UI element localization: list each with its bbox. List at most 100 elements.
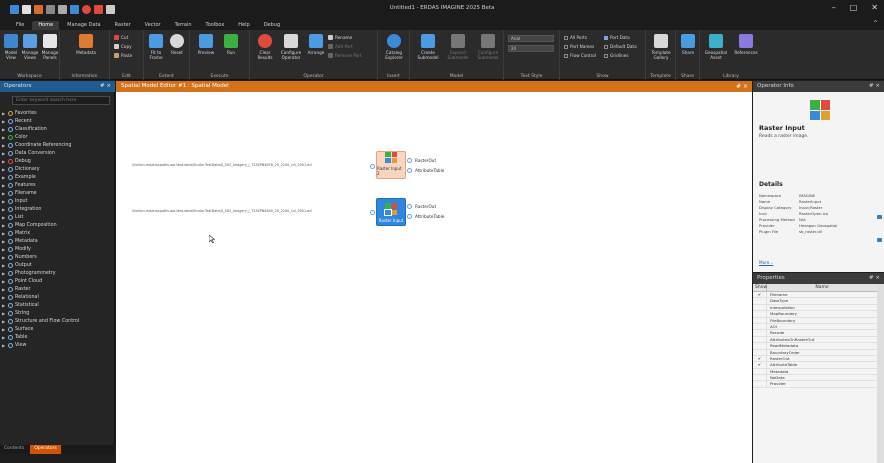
expand-arrow-icon[interactable]: ▶: [2, 151, 6, 156]
operator-category-string[interactable]: ▶ String: [2, 309, 114, 317]
operator-category-numbers[interactable]: ▶ Numbers: [2, 253, 114, 261]
copy-button[interactable]: Copy: [114, 44, 132, 49]
run-button[interactable]: Run: [222, 34, 240, 55]
expand-arrow-icon[interactable]: ▶: [2, 319, 6, 324]
spatial-model-editor-tab[interactable]: Spatial Model Editor #1 : Spatial Model …: [116, 81, 752, 92]
show-checkbox[interactable]: [753, 349, 767, 355]
panel-pin-icon[interactable]: # ×: [100, 81, 111, 92]
operator-category-recent[interactable]: ▶ Recent: [2, 117, 114, 125]
operator-category-input[interactable]: ▶ Input: [2, 197, 114, 205]
preview-button[interactable]: Preview: [196, 34, 216, 55]
operator-search-input[interactable]: Enter keyword search here: [12, 96, 110, 105]
expand-arrow-icon[interactable]: ▶: [2, 111, 6, 116]
property-row[interactable]: Provider: [753, 381, 877, 388]
new-icon[interactable]: [22, 4, 31, 14]
operator-category-data-conversion[interactable]: ▶ Data Conversion: [2, 149, 114, 157]
close-button[interactable]: ✕: [871, 3, 878, 12]
operator-category-metadata[interactable]: ▶ Metadata: [2, 237, 114, 245]
tab-contents[interactable]: Contents: [0, 445, 28, 454]
show-checkbox[interactable]: ✔: [753, 362, 767, 368]
editor-close-icon[interactable]: # ×: [736, 81, 748, 92]
expand-arrow-icon[interactable]: ▶: [2, 143, 6, 148]
panel-pin-icon[interactable]: # ×: [869, 273, 880, 284]
ribbon-collapse-icon[interactable]: ^: [873, 20, 878, 27]
expand-arrow-icon[interactable]: ▶: [2, 311, 6, 316]
show-checkbox[interactable]: [753, 298, 767, 304]
arrange-button[interactable]: Arrange: [306, 34, 326, 55]
filename-input-port[interactable]: [370, 164, 375, 169]
show-checkbox[interactable]: [753, 343, 767, 349]
expand-arrow-icon[interactable]: ▶: [2, 183, 6, 188]
tab-terrain[interactable]: Terrain: [169, 21, 198, 30]
expand-arrow-icon[interactable]: ▶: [2, 343, 6, 348]
save-icon[interactable]: [70, 4, 79, 14]
catalog-explorer-button[interactable]: Catalog Explorer: [381, 34, 407, 60]
customize-qat-icon[interactable]: [106, 4, 115, 14]
raster-input-node[interactable]: Raster Input: [376, 198, 406, 226]
raster-input-2-node[interactable]: Raster Input 2: [376, 151, 406, 179]
expand-arrow-icon[interactable]: ▶: [2, 199, 6, 204]
undo-icon[interactable]: [46, 4, 55, 14]
operator-category-list[interactable]: ▶ List: [2, 213, 114, 221]
port-data-checkbox[interactable]: Port Data: [604, 35, 630, 40]
operator-category-features[interactable]: ▶ Features: [2, 181, 114, 189]
operator-category-classification[interactable]: ▶ Classification: [2, 125, 114, 133]
open-icon[interactable]: [34, 4, 43, 14]
record-icon[interactable]: [94, 4, 103, 14]
operator-category-coordinate-referencing[interactable]: ▶ Coordinate Referencing: [2, 141, 114, 149]
operator-category-view[interactable]: ▶ View: [2, 341, 114, 349]
operator-category-matrix[interactable]: ▶ Matrix: [2, 229, 114, 237]
gridlines-checkbox[interactable]: Gridlines: [604, 53, 629, 58]
tab-raster[interactable]: Raster: [109, 21, 137, 30]
geospatial-asset-button[interactable]: Geospatial Asset: [702, 34, 730, 60]
tab-vector[interactable]: Vector: [139, 21, 167, 30]
column-name[interactable]: Name: [767, 284, 877, 291]
show-checkbox[interactable]: [753, 311, 767, 317]
cut-button[interactable]: Cut: [114, 35, 128, 40]
expand-arrow-icon[interactable]: ▶: [2, 287, 6, 292]
manage-views-button[interactable]: Manage Views: [21, 34, 39, 60]
expand-arrow-icon[interactable]: ▶: [2, 303, 6, 308]
operator-category-raster[interactable]: ▶ Raster: [2, 285, 114, 293]
maximize-button[interactable]: □: [850, 3, 858, 12]
show-checkbox[interactable]: ✔: [753, 355, 767, 362]
tab-home[interactable]: Home: [32, 21, 60, 30]
remove-port-button[interactable]: Remove Port: [328, 53, 362, 58]
paste-button[interactable]: Paste: [114, 53, 132, 58]
tab-debug[interactable]: Debug: [258, 21, 286, 30]
open-folder-icon[interactable]: [877, 215, 882, 219]
references-button[interactable]: References: [732, 34, 760, 55]
expand-arrow-icon[interactable]: ▶: [2, 135, 6, 140]
expand-arrow-icon[interactable]: ▶: [2, 175, 6, 180]
show-checkbox[interactable]: [753, 317, 767, 323]
expand-arrow-icon[interactable]: ▶: [2, 255, 6, 260]
show-checkbox[interactable]: [753, 330, 767, 336]
font-size-select[interactable]: 24: [508, 45, 554, 52]
operator-category-modify[interactable]: ▶ Modify: [2, 245, 114, 253]
font-family-select[interactable]: Arial: [508, 35, 554, 42]
operator-category-dictionary[interactable]: ▶ Dictionary: [2, 165, 114, 173]
expand-arrow-icon[interactable]: ▶: [2, 215, 6, 220]
expand-arrow-icon[interactable]: ▶: [2, 263, 6, 268]
show-checkbox[interactable]: [753, 381, 767, 387]
create-submodel-button[interactable]: Create Submodel: [414, 34, 442, 60]
raster-out-port[interactable]: [407, 158, 412, 163]
show-checkbox[interactable]: ✔: [753, 292, 767, 298]
manage-panels-button[interactable]: Manage Panels: [41, 34, 59, 60]
operator-category-relational[interactable]: ▶ Relational: [2, 293, 114, 301]
tab-operators[interactable]: Operators: [30, 445, 61, 454]
operator-category-point-cloud[interactable]: ▶ Point Cloud: [2, 277, 114, 285]
expand-arrow-icon[interactable]: ▶: [2, 223, 6, 228]
operator-category-structure-and-flow-control[interactable]: ▶ Structure and Flow Control: [2, 317, 114, 325]
show-checkbox[interactable]: [753, 368, 767, 375]
expand-arrow-icon[interactable]: ▶: [2, 247, 6, 252]
expand-arrow-icon[interactable]: ▶: [2, 207, 6, 212]
configure-submodel-button[interactable]: Configure Submodel: [473, 34, 503, 60]
expand-arrow-icon[interactable]: ▶: [2, 191, 6, 196]
panel-pin-icon[interactable]: # ×: [869, 81, 880, 92]
attribute-table-port[interactable]: [407, 168, 412, 173]
open-folder-icon[interactable]: [877, 238, 882, 242]
expand-arrow-icon[interactable]: ▶: [2, 159, 6, 164]
expand-arrow-icon[interactable]: ▶: [2, 231, 6, 236]
default-data-checkbox[interactable]: Default Data: [604, 44, 637, 49]
